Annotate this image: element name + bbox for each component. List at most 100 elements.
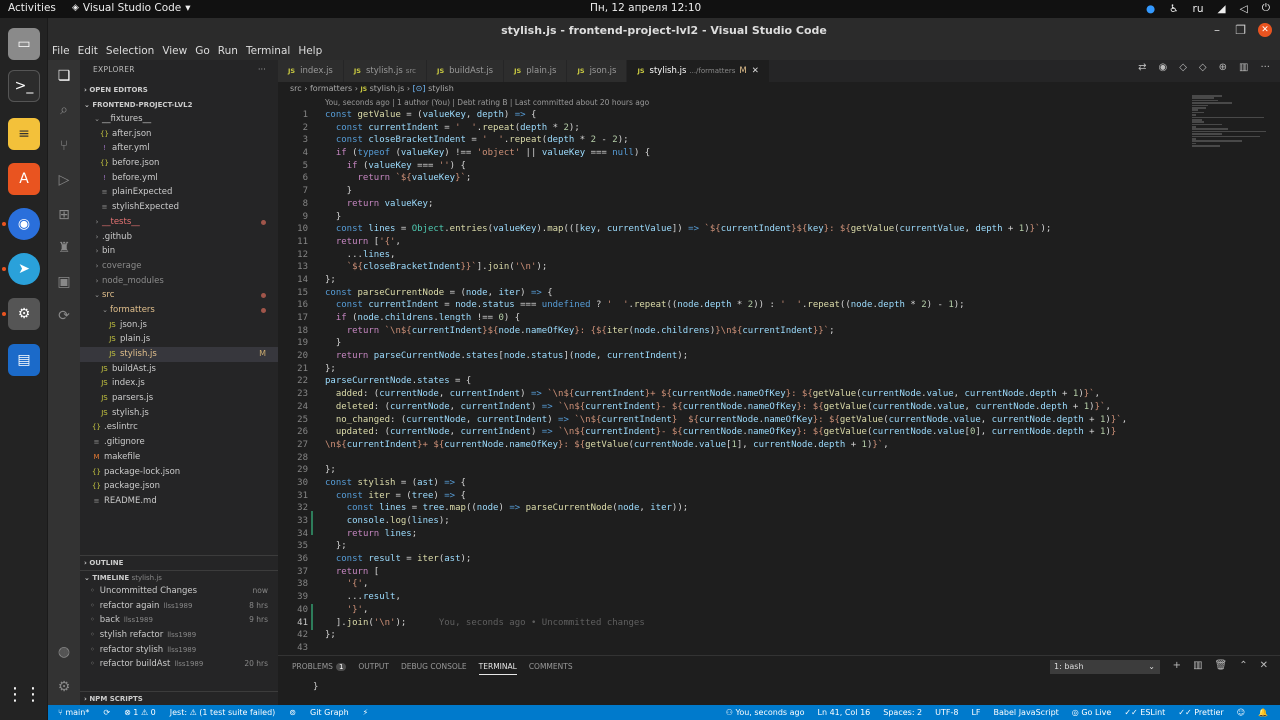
remote-explorer-icon[interactable]: ▣ [54,272,74,292]
explorer-icon[interactable]: ❏ [54,66,74,86]
tree-item[interactable]: ≡ plainExpected [80,185,278,200]
network-status-icon[interactable]: ● [1146,3,1155,15]
next-change-icon[interactable]: ◇ [1199,62,1207,73]
lightning-icon[interactable]: ⚡ [363,705,369,720]
notifications-icon[interactable]: 🔔 [1258,705,1268,720]
activities-button[interactable]: Activities [8,2,56,14]
editor-tab[interactable]: JS json.js [567,60,628,82]
tree-item[interactable]: ≡ stylishExpected [80,200,278,215]
notes-icon[interactable]: ≡ [8,118,40,150]
previous-change-icon[interactable]: ◇ [1179,62,1187,73]
menu-edit[interactable]: Edit [78,43,98,60]
tab-comments[interactable]: COMMENTS [529,662,573,675]
tab-problems[interactable]: PROBLEMS 1 [292,662,347,675]
editor-tab[interactable]: JS stylish.js .../formatters M ✕ [627,60,770,82]
menu-terminal[interactable]: Terminal [246,43,290,60]
tree-item[interactable]: › coverage [80,259,278,274]
split-editor-icon[interactable]: ▥ [1239,62,1248,73]
outline-section[interactable]: › OUTLINE [80,555,278,569]
git-lens-icon[interactable]: ◉ [1158,62,1167,73]
editor-tab[interactable]: JS stylish.js src [343,60,428,82]
split-terminal-icon[interactable]: ▥ [1193,660,1202,671]
git-history-icon[interactable]: ⟳ [54,306,74,326]
language-mode[interactable]: Babel JavaScript [994,705,1059,720]
tree-item[interactable]: Mmakefile [80,450,278,465]
go-live-button[interactable]: ◎ Go Live [1072,705,1112,720]
timeline-item[interactable]: ◦ back llss1989 9 hrs [80,613,278,628]
jest-status[interactable]: Jest: ⚠ (1 test suite failed) [170,705,276,720]
source-control-icon[interactable]: ⑂ [54,136,74,156]
tree-item[interactable]: {} .eslintrc [80,420,278,435]
breadcrumb-file[interactable]: stylish.js [370,84,405,93]
timeline-section[interactable]: ⌄ TIMELINE stylish.js [80,570,278,584]
menu-run[interactable]: Run [218,43,238,60]
tree-item[interactable]: JS index.js [80,376,278,391]
show-apps-icon[interactable]: ⋮⋮ [6,678,42,710]
editor-tab[interactable]: JS index.js [278,60,344,82]
menu-help[interactable]: Help [298,43,322,60]
search-icon[interactable]: ⌕ [54,100,74,120]
tree-item[interactable]: JS plain.js [80,332,278,347]
breadcrumb-src[interactable]: src [290,84,302,93]
breadcrumb-symbol[interactable]: stylish [428,84,454,93]
more-actions-icon[interactable]: ··· [1260,62,1270,73]
tree-item[interactable]: {} after.json [80,127,278,142]
tab-debug-console[interactable]: DEBUG CONSOLE [401,662,467,675]
telegram-icon[interactable]: ➤ [8,253,40,285]
volume-icon[interactable]: ◁ [1240,3,1248,15]
new-terminal-icon[interactable]: + [1173,660,1181,671]
encoding[interactable]: UTF-8 [935,705,958,720]
minimize-button[interactable]: – [1214,18,1220,43]
chrome-icon[interactable]: ◉ [8,208,40,240]
prettier-status[interactable]: ✓✓ Prettier [1178,705,1223,720]
tree-item[interactable]: {} package.json [80,479,278,494]
tree-item[interactable]: ⌄ src [80,288,278,303]
npm-scripts-section[interactable]: › NPM SCRIPTS [80,691,278,705]
close-panel-icon[interactable]: ✕ [1260,660,1268,671]
tab-output[interactable]: OUTPUT [358,662,389,675]
menu-file[interactable]: File [52,43,70,60]
timeline-item[interactable]: ◦ refactor stylish llss1989 [80,643,278,658]
indentation[interactable]: Spaces: 2 [883,705,922,720]
codelens-blame[interactable]: You, seconds ago | 1 author (You) | Debt… [325,98,649,107]
tree-item[interactable]: JS parsers.js [80,391,278,406]
tree-item[interactable]: JS json.js [80,318,278,333]
keyboard-layout[interactable]: ru [1193,3,1204,15]
editor-tab[interactable]: JS buildAst.js [427,60,505,82]
open-changes-icon[interactable]: ⇄ [1138,62,1146,73]
tree-item[interactable]: › __tests__ [80,215,278,230]
menu-selection[interactable]: Selection [106,43,154,60]
timeline-item[interactable]: ◦ refactor buildAst llss1989 20 hrs [80,657,278,672]
accessibility-icon[interactable]: ♿ [1169,3,1178,15]
editor-tab[interactable]: JS plain.js [504,60,568,82]
feedback-icon[interactable]: ☺ [1237,705,1245,720]
breadcrumb-formatters[interactable]: formatters [310,84,352,93]
close-tab-icon[interactable]: ✕ [752,66,759,76]
timeline-item[interactable]: ◦ Uncommitted Changes now [80,584,278,599]
system-tray[interactable]: ● ♿ ru ◢ ◁ ⏻ [1146,2,1270,15]
tree-item[interactable]: ≡ README.md [80,494,278,509]
extensions-icon[interactable]: ⊞ [54,205,74,225]
cursor-position[interactable]: Ln 41, Col 16 [818,705,871,720]
docker-icon[interactable]: ♜ [54,238,74,258]
app-menu[interactable]: ◈ Visual Studio Code ▾ [72,2,191,14]
minimap[interactable] [1192,95,1272,160]
more-actions-icon[interactable]: ··· [258,60,266,80]
manage-gear-icon[interactable]: ⚙ [54,677,74,697]
terminal-select[interactable]: 1: bash ⌄ [1050,660,1160,674]
tree-item[interactable]: ≡ .gitignore [80,435,278,450]
tree-item[interactable]: ! before.yml [80,171,278,186]
editor-scrollbar[interactable] [1272,82,1280,652]
tree-item[interactable]: JS buildAst.js [80,362,278,377]
clock[interactable]: Пн, 12 апреля 12:10 [590,2,701,14]
tree-item[interactable]: › node_modules [80,274,278,289]
project-section[interactable]: ⌄ FRONTEND-PROJECT-LVL2 [80,98,192,112]
run-debug-icon[interactable]: ▷ [54,170,74,190]
sync-icon[interactable]: ⟳ [103,705,110,720]
blame-status[interactable]: ⚇ You, seconds ago [726,705,805,720]
eslint-status[interactable]: ✓✓ ESLint [1124,705,1165,720]
menu-go[interactable]: Go [195,43,210,60]
tree-item[interactable]: JS stylish.js M [80,347,278,362]
tab-terminal[interactable]: TERMINAL [478,662,517,675]
tree-item[interactable]: › .github [80,230,278,245]
